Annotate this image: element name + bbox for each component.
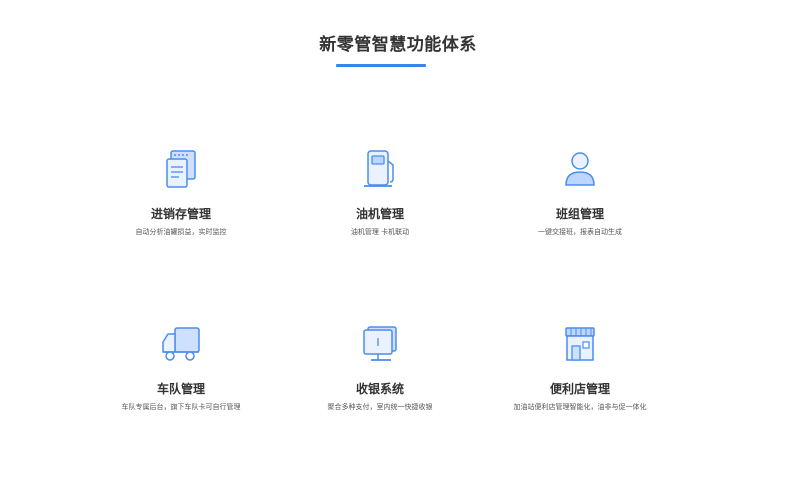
fuel-dispenser-icon xyxy=(364,150,394,187)
feature-desc: 聚合多种支付，室内统一快捷收银 xyxy=(327,403,433,411)
inventory-document-icon xyxy=(166,150,196,188)
feature-name: 进销存管理 xyxy=(150,207,211,221)
feature-name: 车队管理 xyxy=(156,382,205,396)
store-icon xyxy=(565,327,595,361)
feature-cashier-system[interactable]: 收银系统 聚合多种支付，室内统一快捷收银 xyxy=(270,322,490,412)
feature-team-management[interactable]: 班组管理 一键交接班，报表自动生成 xyxy=(470,147,690,237)
feature-desc: 一键交接班，报表自动生成 xyxy=(538,228,622,236)
feature-dispenser-management[interactable]: 油机管理 油机管理 卡机联动 xyxy=(270,147,490,237)
feature-store-management[interactable]: 便利店管理 加油站便利店管理智能化，油非与促一体化 xyxy=(470,322,690,412)
feature-desc: 加油站便利店管理智能化，油非与促一体化 xyxy=(513,403,647,411)
feature-name: 便利店管理 xyxy=(549,382,610,396)
feature-inventory-management[interactable]: 进销存管理 自动分析油罐损益，实时监控 xyxy=(71,147,291,237)
feature-name: 班组管理 xyxy=(555,207,604,221)
feature-desc: 自动分析油罐损益，实时监控 xyxy=(135,228,227,236)
page-title: 新零管智慧功能体系 xyxy=(319,35,477,55)
feature-desc: 油机管理 卡机联动 xyxy=(350,228,410,236)
feature-name: 收银系统 xyxy=(355,382,404,396)
truck-icon xyxy=(162,327,200,361)
user-icon xyxy=(565,152,595,186)
title-underline xyxy=(336,64,426,67)
monitor-icon xyxy=(363,326,397,361)
feature-name: 油机管理 xyxy=(355,207,404,221)
feature-fleet-management[interactable]: 车队管理 车队专属后台，旗下车队卡可自行管理 xyxy=(71,322,291,412)
feature-desc: 车队专属后台，旗下车队卡可自行管理 xyxy=(121,403,241,411)
